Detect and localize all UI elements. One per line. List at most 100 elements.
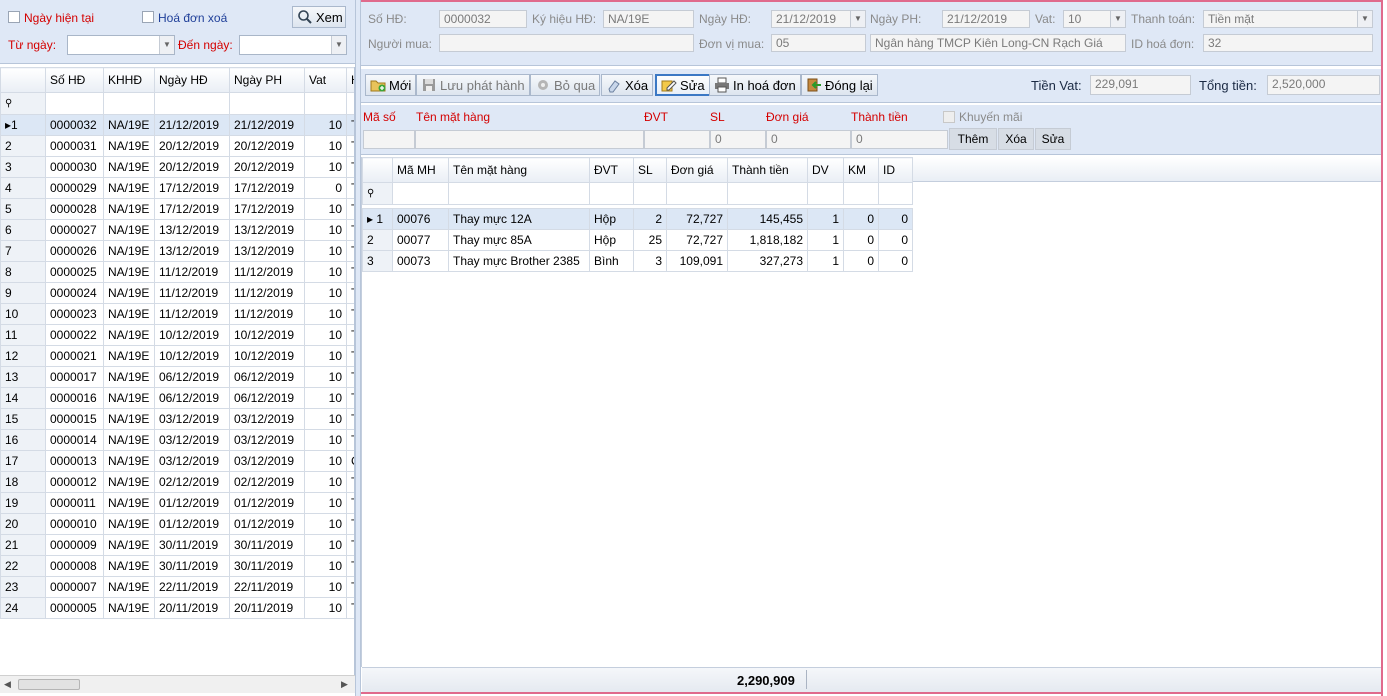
col-sl[interactable]: SL [633,157,667,183]
don-gia-input[interactable]: 0 [766,130,851,149]
filter-cell[interactable] [392,182,449,205]
table-row[interactable]: 20000031NA/19E20/12/201920/12/201910T [0,135,354,157]
table-row[interactable]: 80000025NA/19E11/12/201911/12/201910T [0,261,354,283]
table-row[interactable]: 180000012NA/19E02/12/201902/12/201910T [0,471,354,493]
table-row[interactable]: 160000014NA/19E03/12/201903/12/201910T [0,429,354,451]
table-row[interactable]: 150000015NA/19E03/12/201903/12/201910T [0,408,354,430]
table-row[interactable]: 50000028NA/19E17/12/201917/12/201910T [0,198,354,220]
col-km[interactable]: KM [843,157,879,183]
chevron-down-icon[interactable]: ▼ [331,36,346,54]
ngay-ph-field[interactable]: 21/12/2019 [942,10,1030,28]
col-id[interactable]: ID [878,157,913,183]
filter-cell[interactable] [103,92,155,115]
table-row[interactable]: 2 00077 Thay mực 85A Hộp 25 72,727 1,818,182 1 0… [362,229,913,251]
filter-cell[interactable] [45,92,104,115]
ky-hieu-field[interactable]: NA/19E [603,10,694,28]
sl-input[interactable]: 0 [710,130,766,149]
filter-cell[interactable] [878,182,913,205]
table-row[interactable]: 3 00073 Thay mực Brother 2385 Bình 3 109,091 3… [362,250,913,272]
thanh-toan-select[interactable]: Tiền mặt ▼ [1203,10,1373,28]
scroll-thumb[interactable] [18,679,80,690]
new-button[interactable]: Mới [365,74,417,96]
scroll-left-icon[interactable]: ◀ [4,679,11,690]
vat-select[interactable]: 10 ▼ [1063,10,1126,28]
save-publish-button[interactable]: Lưu phát hành [416,74,530,96]
filter-cell[interactable] [666,182,728,205]
table-row[interactable]: 190000011NA/19E01/12/201901/12/201910T [0,492,354,514]
col-thanh-tien[interactable]: Thành tiền [727,157,808,183]
col-khhd[interactable]: KHHĐ [103,67,155,93]
don-vi-code-field[interactable]: 05 [771,34,866,52]
table-row[interactable]: 40000029NA/19E17/12/201917/12/20190T [0,177,354,199]
filter-cell[interactable] [843,182,879,205]
edit-button[interactable]: Sửa [655,74,711,96]
skip-button[interactable]: Bỏ qua [530,74,601,96]
id-field[interactable]: 32 [1203,34,1373,52]
close-button[interactable]: Đóng lại [801,74,878,96]
so-hd-field[interactable]: 0000032 [439,10,527,28]
tong-tien-field[interactable]: 2,520,000 [1267,75,1380,95]
col-ngay-hd[interactable]: Ngày HĐ [154,67,230,93]
table-row[interactable]: 220000008NA/19E30/11/201930/11/201910T [0,555,354,577]
table-row[interactable]: ▸ 1 00076 Thay mực 12A Hộp 2 72,727 145,455 1 0 0 [362,208,913,230]
filter-cell[interactable] [589,182,634,205]
filter-cell[interactable] [304,92,347,115]
today-checkbox[interactable] [8,11,20,23]
add-item-button[interactable]: Thêm [949,128,997,150]
deleted-invoices-checkbox[interactable] [142,11,154,23]
filter-cell[interactable] [727,182,808,205]
col-ten-mat-hang[interactable]: Tên mặt hàng [448,157,590,183]
chevron-down-icon[interactable]: ▼ [850,11,865,27]
col-ma-mh[interactable]: Mã MH [392,157,449,183]
table-row[interactable]: 60000027NA/19E13/12/201913/12/201910T [0,219,354,241]
table-row[interactable]: 170000013NA/19E03/12/201903/12/201910C [0,450,354,472]
edit-item-button[interactable]: Sửa [1035,128,1071,150]
col-so-hd[interactable]: Số HĐ [45,67,104,93]
ngay-hd-field[interactable]: 21/12/2019 ▼ [771,10,866,28]
scroll-right-icon[interactable]: ▶ [341,679,348,690]
table-row[interactable]: 100000023NA/19E11/12/201911/12/201910T [0,303,354,325]
thanh-tien-input[interactable]: 0 [851,130,948,149]
filter-cell[interactable] [154,92,230,115]
nguoi-mua-field[interactable] [439,34,694,52]
don-vi-name-field[interactable]: Ngân hàng TMCP Kiên Long-CN Rạch Giá [870,34,1126,52]
table-row[interactable]: 210000009NA/19E30/11/201930/11/201910T [0,534,354,556]
view-button[interactable]: Xem [292,6,346,28]
filter-cell[interactable] [448,182,590,205]
table-row[interactable]: ▸10000032NA/19E21/12/201921/12/201910T [0,114,354,136]
khuyen-mai-checkbox[interactable] [943,111,955,123]
table-row[interactable]: 140000016NA/19E06/12/201906/12/201910T [0,387,354,409]
delete-item-button[interactable]: Xóa [998,128,1034,150]
col-ngay-ph[interactable]: Ngày PH [229,67,305,93]
ten-mat-hang-input[interactable] [415,130,644,149]
filter-cell[interactable] [807,182,844,205]
table-row[interactable]: 130000017NA/19E06/12/201906/12/201910T [0,366,354,388]
chevron-down-icon[interactable]: ▼ [1110,11,1125,27]
col-h[interactable]: H [346,67,354,93]
col-vat[interactable]: Vat [304,67,347,93]
table-row[interactable]: 70000026NA/19E13/12/201913/12/201910T [0,240,354,262]
filter-cell[interactable] [229,92,305,115]
horizontal-scrollbar[interactable]: ◀ ▶ [0,675,355,693]
col-don-gia[interactable]: Đơn giá [666,157,728,183]
from-date-input[interactable]: ▼ [67,35,175,55]
table-row[interactable]: 90000024NA/19E11/12/201911/12/201910T [0,282,354,304]
filter-cell[interactable] [633,182,667,205]
tien-vat-field[interactable]: 229,091 [1090,75,1191,95]
delete-button[interactable]: Xóa [601,74,654,96]
col-dvt[interactable]: ĐVT [589,157,634,183]
table-row[interactable]: 110000022NA/19E10/12/201910/12/201910T [0,324,354,346]
table-row[interactable]: 240000005NA/19E20/11/201920/11/201910T [0,597,354,619]
filter-cell[interactable] [346,92,354,115]
to-date-input[interactable]: ▼ [239,35,347,55]
table-row[interactable]: 30000030NA/19E20/12/201920/12/201910T [0,156,354,178]
chevron-down-icon[interactable]: ▼ [1357,11,1372,27]
table-row[interactable]: 230000007NA/19E22/11/201922/11/201910T [0,576,354,598]
chevron-down-icon[interactable]: ▼ [159,36,174,54]
table-row[interactable]: 200000010NA/19E01/12/201901/12/201910T [0,513,354,535]
dvt-input[interactable] [644,130,710,149]
print-invoice-button[interactable]: In hoá đơn [709,74,801,96]
col-dv[interactable]: DV [807,157,844,183]
table-row[interactable]: 120000021NA/19E10/12/201910/12/201910T [0,345,354,367]
ma-so-input[interactable] [363,130,415,149]
